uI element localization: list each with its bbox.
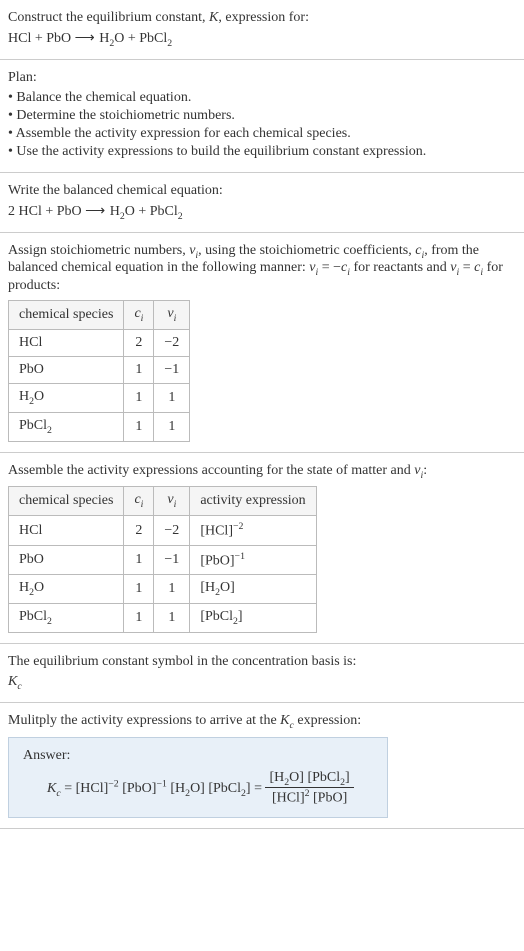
answer-equation: Kc = [HCl]−2 [PbO]−1 [H2O] [PbCl2] = [H2… xyxy=(23,770,373,807)
fraction-numerator: [H2O] [PbCl2] xyxy=(265,770,353,789)
multiply-section: Mulitply the activity expressions to arr… xyxy=(0,703,524,829)
cell-species: PbCl2 xyxy=(9,412,124,441)
symbol-section: The equilibrium constant symbol in the c… xyxy=(0,644,524,703)
cell-vi: 1 xyxy=(154,575,190,604)
plan-item: • Determine the stoichiometric numbers. xyxy=(8,108,516,124)
construct-text: Construct the equilibrium constant, K, e… xyxy=(8,10,516,26)
plan-section: Plan: • Balance the chemical equation. •… xyxy=(0,60,524,173)
col-ci: ci xyxy=(124,301,154,330)
cell-species: PbO xyxy=(9,356,124,383)
cell-species: H2O xyxy=(9,383,124,412)
col-vi: νi xyxy=(154,487,190,516)
balanced-equation: 2 HCl + PbO ⟶ H2O + PbCl2 xyxy=(8,203,516,222)
col-ci: ci xyxy=(124,487,154,516)
cell-vi: −1 xyxy=(154,356,190,383)
assemble-section: Assemble the activity expressions accoun… xyxy=(0,453,524,645)
plan-item: • Use the activity expressions to build … xyxy=(8,144,516,160)
cell-vi: −2 xyxy=(154,329,190,356)
cell-vi: −2 xyxy=(154,516,190,546)
col-activity: activity expression xyxy=(190,487,316,516)
cell-species: PbCl2 xyxy=(9,604,124,633)
cell-species: PbO xyxy=(9,545,124,575)
col-vi: νi xyxy=(154,301,190,330)
cell-ci: 1 xyxy=(124,604,154,633)
fraction: [H2O] [PbCl2] [HCl]2 [PbO] xyxy=(265,770,353,807)
symbol-value: Kc xyxy=(8,674,516,692)
table-row: H2O 1 1 xyxy=(9,383,190,412)
table-header-row: chemical species ci νi xyxy=(9,301,190,330)
balanced-section: Write the balanced chemical equation: 2 … xyxy=(0,173,524,233)
fraction-denominator: [HCl]2 [PbO] xyxy=(265,788,353,807)
cell-ci: 1 xyxy=(124,575,154,604)
cell-vi: −1 xyxy=(154,545,190,575)
cell-ci: 1 xyxy=(124,545,154,575)
cell-vi: 1 xyxy=(154,412,190,441)
stoich-table: chemical species ci νi HCl 2 −2 PbO 1 −1… xyxy=(8,300,190,441)
table-row: HCl 2 −2 xyxy=(9,329,190,356)
table-row: H2O 1 1 [H2O] xyxy=(9,575,317,604)
cell-species: H2O xyxy=(9,575,124,604)
table-row: PbCl2 1 1 xyxy=(9,412,190,441)
cell-ci: 1 xyxy=(124,383,154,412)
multiply-text: Mulitply the activity expressions to arr… xyxy=(8,713,516,731)
plan-item: • Balance the chemical equation. xyxy=(8,90,516,106)
cell-ci: 2 xyxy=(124,516,154,546)
cell-species: HCl xyxy=(9,329,124,356)
activity-table: chemical species ci νi activity expressi… xyxy=(8,486,317,633)
cell-activity: [H2O] xyxy=(190,575,316,604)
cell-ci: 1 xyxy=(124,412,154,441)
assign-section: Assign stoichiometric numbers, νi, using… xyxy=(0,233,524,453)
cell-activity: [PbCl2] xyxy=(190,604,316,633)
col-species: chemical species xyxy=(9,487,124,516)
cell-activity: [PbO]−1 xyxy=(190,545,316,575)
assign-text: Assign stoichiometric numbers, νi, using… xyxy=(8,243,516,295)
table-row: PbO 1 −1 [PbO]−1 xyxy=(9,545,317,575)
symbol-text: The equilibrium constant symbol in the c… xyxy=(8,654,516,670)
cell-activity: [HCl]−2 xyxy=(190,516,316,546)
col-species: chemical species xyxy=(9,301,124,330)
plan-list: • Balance the chemical equation. • Deter… xyxy=(8,90,516,160)
table-row: PbO 1 −1 xyxy=(9,356,190,383)
table-header-row: chemical species ci νi activity expressi… xyxy=(9,487,317,516)
answer-box: Answer: Kc = [HCl]−2 [PbO]−1 [H2O] [PbCl… xyxy=(8,737,388,818)
unbalanced-equation: HCl + PbO ⟶ H2O + PbCl2 xyxy=(8,30,516,49)
cell-ci: 1 xyxy=(124,356,154,383)
cell-species: HCl xyxy=(9,516,124,546)
table-row: PbCl2 1 1 [PbCl2] xyxy=(9,604,317,633)
cell-vi: 1 xyxy=(154,604,190,633)
table-row: HCl 2 −2 [HCl]−2 xyxy=(9,516,317,546)
answer-label: Answer: xyxy=(23,748,373,764)
header-section: Construct the equilibrium constant, K, e… xyxy=(0,0,524,60)
balanced-intro: Write the balanced chemical equation: xyxy=(8,183,516,199)
assemble-text: Assemble the activity expressions accoun… xyxy=(8,463,516,481)
plan-title: Plan: xyxy=(8,70,516,86)
cell-ci: 2 xyxy=(124,329,154,356)
cell-vi: 1 xyxy=(154,383,190,412)
plan-item: • Assemble the activity expression for e… xyxy=(8,126,516,142)
